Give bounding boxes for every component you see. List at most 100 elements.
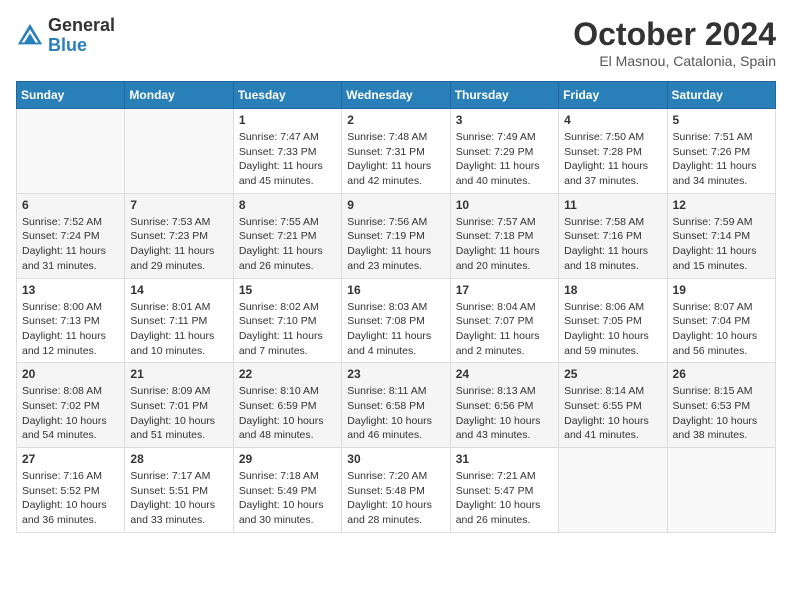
- day-info: Sunrise: 8:00 AMSunset: 7:13 PMDaylight:…: [22, 300, 119, 359]
- day-number: 19: [673, 283, 770, 297]
- day-info: Sunrise: 7:59 AMSunset: 7:14 PMDaylight:…: [673, 215, 770, 274]
- calendar-week-row: 20Sunrise: 8:08 AMSunset: 7:02 PMDayligh…: [17, 363, 776, 448]
- day-info: Sunrise: 8:09 AMSunset: 7:01 PMDaylight:…: [130, 384, 227, 443]
- day-number: 2: [347, 113, 444, 127]
- day-info: Sunrise: 7:20 AMSunset: 5:48 PMDaylight:…: [347, 469, 444, 528]
- calendar-week-row: 13 Sunrise: 8:00 AMSunset: 7:13 PMDayligh…: [17, 278, 776, 363]
- calendar-cell: 30 Sunrise: 7:20 AMSunset: 5:48 PMDayligh…: [342, 448, 450, 533]
- calendar-cell: 23 Sunrise: 8:11 AMSunset: 6:58 PMDayligh…: [342, 363, 450, 448]
- weekday-header-thursday: Thursday: [450, 82, 558, 109]
- day-info: Sunrise: 7:51 AMSunset: 7:26 PMDaylight:…: [673, 130, 770, 189]
- day-number: 1: [239, 113, 336, 127]
- day-number: 13: [22, 283, 119, 297]
- day-number: 20: [22, 367, 119, 381]
- day-info: Sunrise: 7:58 AMSunset: 7:16 PMDaylight:…: [564, 215, 661, 274]
- day-number: 15: [239, 283, 336, 297]
- day-info: Sunrise: 7:17 AMSunset: 5:51 PMDaylight:…: [130, 469, 227, 528]
- weekday-header-tuesday: Tuesday: [233, 82, 341, 109]
- day-info: Sunrise: 8:13 AMSunset: 6:56 PMDaylight:…: [456, 384, 553, 443]
- calendar-cell: 9 Sunrise: 7:56 AMSunset: 7:19 PMDaylight…: [342, 193, 450, 278]
- calendar-cell: [559, 448, 667, 533]
- calendar-week-row: 6Sunrise: 7:52 AMSunset: 7:24 PMDaylight…: [17, 193, 776, 278]
- day-info: Sunrise: 7:57 AMSunset: 7:18 PMDaylight:…: [456, 215, 553, 274]
- calendar-cell: 16Sunrise: 8:03 AMSunset: 7:08 PMDayligh…: [342, 278, 450, 363]
- logo-general-text: General: [48, 15, 115, 35]
- month-title: October 2024: [573, 16, 776, 53]
- day-number: 8: [239, 198, 336, 212]
- day-number: 4: [564, 113, 661, 127]
- calendar-cell: 19 Sunrise: 8:07 AMSunset: 7:04 PMDayligh…: [667, 278, 775, 363]
- calendar-cell: [17, 109, 125, 194]
- day-number: 27: [22, 452, 119, 466]
- day-number: 14: [130, 283, 227, 297]
- logo: General Blue: [16, 16, 115, 56]
- calendar-cell: 20Sunrise: 8:08 AMSunset: 7:02 PMDayligh…: [17, 363, 125, 448]
- day-number: 21: [130, 367, 227, 381]
- weekday-header-wednesday: Wednesday: [342, 82, 450, 109]
- calendar-cell: 25Sunrise: 8:14 AMSunset: 6:55 PMDayligh…: [559, 363, 667, 448]
- day-info: Sunrise: 8:03 AMSunset: 7:08 PMDaylight:…: [347, 300, 444, 359]
- calendar-cell: 1 Sunrise: 7:47 AMSunset: 7:33 PMDaylight…: [233, 109, 341, 194]
- day-info: Sunrise: 7:21 AMSunset: 5:47 PMDaylight:…: [456, 469, 553, 528]
- calendar-cell: 17Sunrise: 8:04 AMSunset: 7:07 PMDayligh…: [450, 278, 558, 363]
- weekday-header-friday: Friday: [559, 82, 667, 109]
- calendar-cell: 15 Sunrise: 8:02 AMSunset: 7:10 PMDayligh…: [233, 278, 341, 363]
- calendar-cell: 8 Sunrise: 7:55 AMSunset: 7:21 PMDaylight…: [233, 193, 341, 278]
- calendar-cell: 4 Sunrise: 7:50 AMSunset: 7:28 PMDaylight…: [559, 109, 667, 194]
- calendar-cell: 10Sunrise: 7:57 AMSunset: 7:18 PMDayligh…: [450, 193, 558, 278]
- weekday-header-saturday: Saturday: [667, 82, 775, 109]
- location-text: El Masnou, Catalonia, Spain: [573, 53, 776, 69]
- day-number: 7: [130, 198, 227, 212]
- day-info: Sunrise: 8:07 AMSunset: 7:04 PMDaylight:…: [673, 300, 770, 359]
- day-info: Sunrise: 8:11 AMSunset: 6:58 PMDaylight:…: [347, 384, 444, 443]
- day-number: 28: [130, 452, 227, 466]
- page-header: General Blue October 2024 El Masnou, Cat…: [16, 16, 776, 69]
- day-info: Sunrise: 8:06 AMSunset: 7:05 PMDaylight:…: [564, 300, 661, 359]
- day-info: Sunrise: 7:55 AMSunset: 7:21 PMDaylight:…: [239, 215, 336, 274]
- calendar-cell: 12Sunrise: 7:59 AMSunset: 7:14 PMDayligh…: [667, 193, 775, 278]
- day-number: 23: [347, 367, 444, 381]
- calendar-table: SundayMondayTuesdayWednesdayThursdayFrid…: [16, 81, 776, 533]
- calendar-cell: [667, 448, 775, 533]
- day-number: 30: [347, 452, 444, 466]
- calendar-cell: 28 Sunrise: 7:17 AMSunset: 5:51 PMDayligh…: [125, 448, 233, 533]
- calendar-cell: 18 Sunrise: 8:06 AMSunset: 7:05 PMDayligh…: [559, 278, 667, 363]
- calendar-cell: 6Sunrise: 7:52 AMSunset: 7:24 PMDaylight…: [17, 193, 125, 278]
- calendar-cell: 29 Sunrise: 7:18 AMSunset: 5:49 PMDayligh…: [233, 448, 341, 533]
- day-info: Sunrise: 8:01 AMSunset: 7:11 PMDaylight:…: [130, 300, 227, 359]
- calendar-cell: 21 Sunrise: 8:09 AMSunset: 7:01 PMDayligh…: [125, 363, 233, 448]
- calendar-cell: 24 Sunrise: 8:13 AMSunset: 6:56 PMDayligh…: [450, 363, 558, 448]
- calendar-week-row: 27 Sunrise: 7:16 AMSunset: 5:52 PMDayligh…: [17, 448, 776, 533]
- day-info: Sunrise: 8:02 AMSunset: 7:10 PMDaylight:…: [239, 300, 336, 359]
- day-number: 24: [456, 367, 553, 381]
- logo-icon: [16, 22, 44, 50]
- day-number: 18: [564, 283, 661, 297]
- day-info: Sunrise: 8:10 AMSunset: 6:59 PMDaylight:…: [239, 384, 336, 443]
- day-info: Sunrise: 7:18 AMSunset: 5:49 PMDaylight:…: [239, 469, 336, 528]
- calendar-cell: [125, 109, 233, 194]
- day-number: 3: [456, 113, 553, 127]
- weekday-header-monday: Monday: [125, 82, 233, 109]
- weekday-header-sunday: Sunday: [17, 82, 125, 109]
- day-number: 22: [239, 367, 336, 381]
- day-info: Sunrise: 8:04 AMSunset: 7:07 PMDaylight:…: [456, 300, 553, 359]
- day-info: Sunrise: 7:50 AMSunset: 7:28 PMDaylight:…: [564, 130, 661, 189]
- calendar-cell: 7Sunrise: 7:53 AMSunset: 7:23 PMDaylight…: [125, 193, 233, 278]
- calendar-cell: 22 Sunrise: 8:10 AMSunset: 6:59 PMDayligh…: [233, 363, 341, 448]
- day-number: 11: [564, 198, 661, 212]
- day-number: 25: [564, 367, 661, 381]
- calendar-cell: 5Sunrise: 7:51 AMSunset: 7:26 PMDaylight…: [667, 109, 775, 194]
- day-info: Sunrise: 7:16 AMSunset: 5:52 PMDaylight:…: [22, 469, 119, 528]
- day-info: Sunrise: 7:47 AMSunset: 7:33 PMDaylight:…: [239, 130, 336, 189]
- calendar-cell: 3 Sunrise: 7:49 AMSunset: 7:29 PMDaylight…: [450, 109, 558, 194]
- calendar-cell: 13 Sunrise: 8:00 AMSunset: 7:13 PMDayligh…: [17, 278, 125, 363]
- day-number: 9: [347, 198, 444, 212]
- calendar-cell: 27 Sunrise: 7:16 AMSunset: 5:52 PMDayligh…: [17, 448, 125, 533]
- calendar-week-row: 1 Sunrise: 7:47 AMSunset: 7:33 PMDaylight…: [17, 109, 776, 194]
- day-info: Sunrise: 7:49 AMSunset: 7:29 PMDaylight:…: [456, 130, 553, 189]
- day-info: Sunrise: 7:56 AMSunset: 7:19 PMDaylight:…: [347, 215, 444, 274]
- day-number: 26: [673, 367, 770, 381]
- day-number: 29: [239, 452, 336, 466]
- day-number: 6: [22, 198, 119, 212]
- calendar-cell: 26Sunrise: 8:15 AMSunset: 6:53 PMDayligh…: [667, 363, 775, 448]
